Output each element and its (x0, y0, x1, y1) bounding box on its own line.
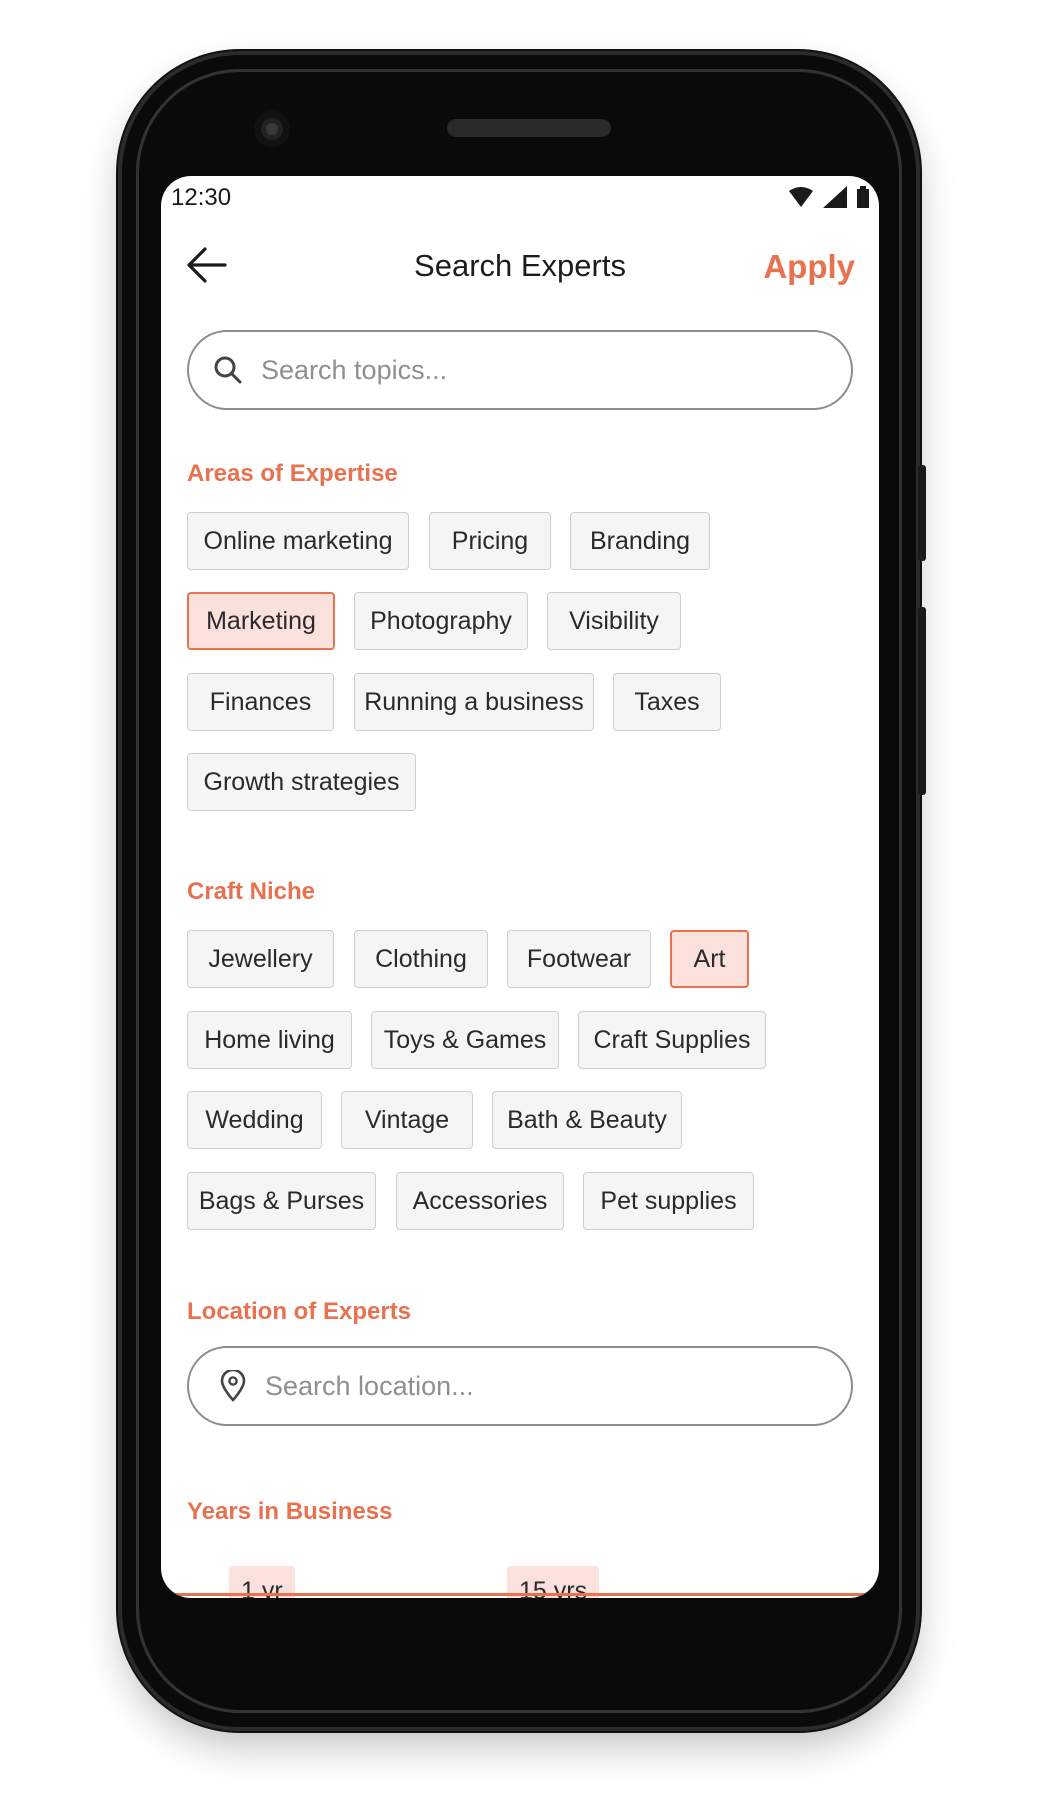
signal-icon (823, 186, 847, 208)
earpiece-speaker (447, 119, 611, 137)
chip-footwear[interactable]: Footwear (507, 930, 651, 988)
chip-photography[interactable]: Photography (354, 592, 528, 650)
location-of-experts-heading: Location of Experts (187, 1298, 412, 1325)
topic-search-placeholder: Search topics... (261, 354, 448, 385)
chip-online-marketing[interactable]: Online marketing (187, 512, 409, 570)
chip-toys-games[interactable]: Toys & Games (371, 1011, 559, 1069)
app-screen: 12:30 Search Experts Apply Search topics… (161, 176, 879, 1598)
chip-taxes[interactable]: Taxes (613, 673, 721, 731)
location-pin-icon (220, 1370, 246, 1402)
chip-home-living[interactable]: Home living (187, 1011, 352, 1069)
chip-running-a-business[interactable]: Running a business (354, 673, 594, 731)
chip-accessories[interactable]: Accessories (396, 1172, 564, 1230)
power-button (918, 607, 926, 795)
battery-icon (857, 186, 869, 208)
areas-of-expertise-heading: Areas of Expertise (187, 460, 398, 487)
years-slider-track[interactable] (161, 1593, 879, 1596)
craft-niche-heading: Craft Niche (187, 878, 316, 905)
chip-growth-strategies[interactable]: Growth strategies (187, 753, 416, 811)
chip-pet-supplies[interactable]: Pet supplies (583, 1172, 754, 1230)
chip-bath-beauty[interactable]: Bath & Beauty (492, 1091, 682, 1149)
years-in-business-heading: Years in Business (187, 1498, 393, 1525)
chip-art[interactable]: Art (670, 930, 749, 988)
chip-visibility[interactable]: Visibility (547, 592, 681, 650)
wifi-icon (789, 187, 813, 207)
front-camera (254, 111, 290, 147)
chip-clothing[interactable]: Clothing (354, 930, 488, 988)
chip-vintage[interactable]: Vintage (341, 1091, 473, 1149)
search-icon (214, 356, 242, 384)
chip-marketing[interactable]: Marketing (187, 592, 335, 650)
chip-branding[interactable]: Branding (570, 512, 710, 570)
chip-wedding[interactable]: Wedding (187, 1091, 322, 1149)
chip-pricing[interactable]: Pricing (429, 512, 551, 570)
chip-bags-purses[interactable]: Bags & Purses (187, 1172, 376, 1230)
chip-jewellery[interactable]: Jewellery (187, 930, 334, 988)
volume-button (918, 465, 926, 561)
status-time: 12:30 (171, 184, 232, 211)
chip-finances[interactable]: Finances (187, 673, 334, 731)
apply-button[interactable]: Apply (763, 248, 855, 286)
status-icons (789, 186, 869, 208)
location-search-input[interactable]: Search location... (187, 1346, 853, 1426)
chip-craft-supplies[interactable]: Craft Supplies (578, 1011, 766, 1069)
topic-search-input[interactable]: Search topics... (187, 330, 853, 410)
location-search-placeholder: Search location... (265, 1370, 474, 1401)
